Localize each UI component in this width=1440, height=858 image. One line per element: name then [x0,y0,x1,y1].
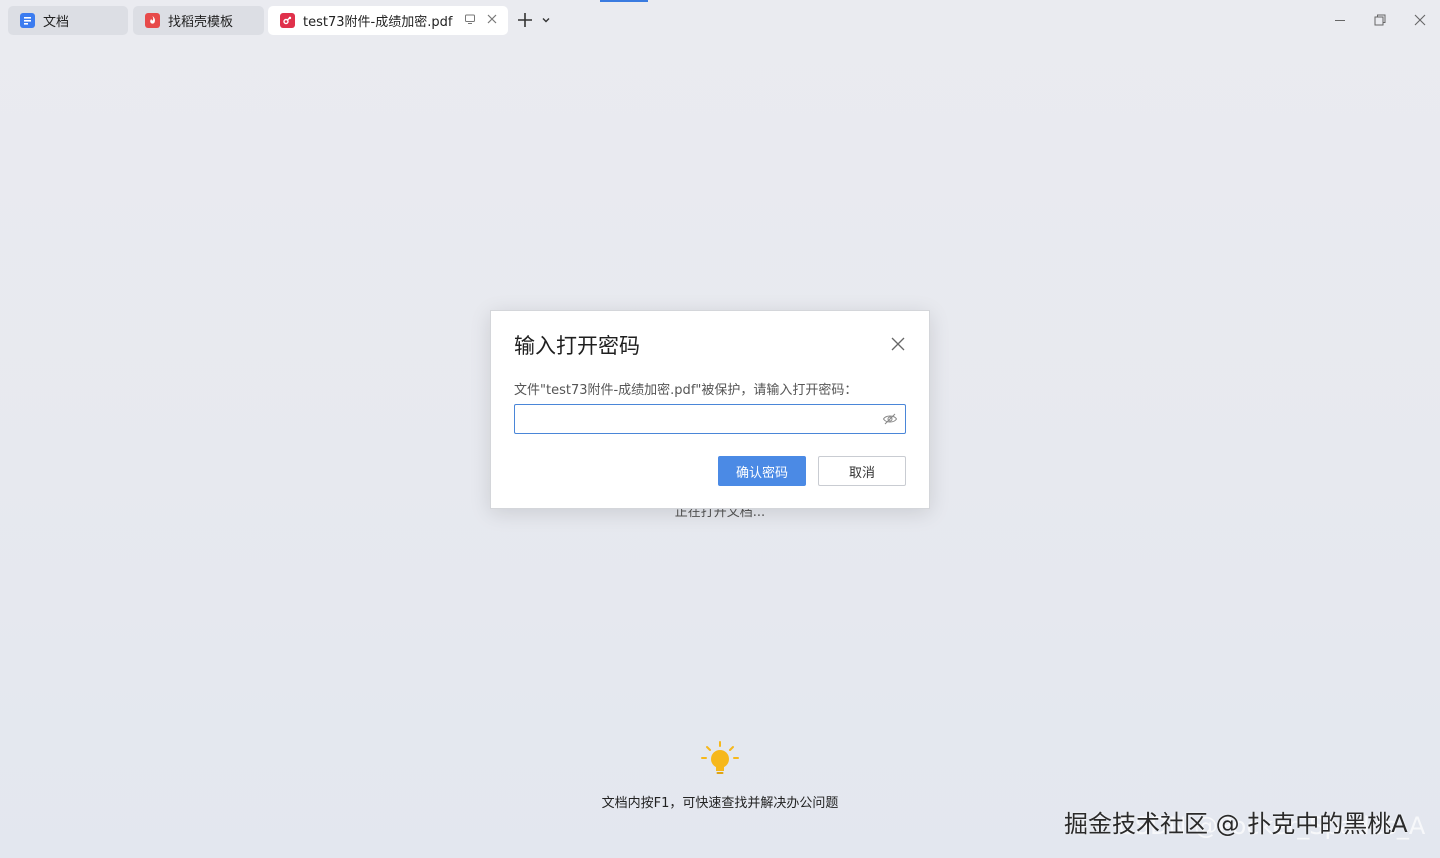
close-window-button[interactable] [1410,10,1430,30]
minimize-button[interactable] [1330,10,1350,30]
float-window-icon[interactable] [463,13,477,27]
tab-bar: 文档 找稻壳模板 test73附件-成绩加密.pdf [0,0,1440,40]
tab-label: 文档 [43,15,70,30]
dialog-description: 文件"test73附件-成绩加密.pdf"被保护，请输入打开密码： [514,383,858,398]
close-icon [891,337,905,351]
minimize-icon [1335,20,1345,21]
dialog-close-button[interactable] [889,335,907,353]
cancel-button[interactable]: 取消 [818,456,906,486]
lightbulb-icon [701,741,739,774]
new-tab-button[interactable] [515,10,535,30]
tab-pdf-document[interactable]: test73附件-成绩加密.pdf [268,6,508,35]
tab-docer-templates[interactable]: 找稻壳模板 [133,6,264,35]
new-tab-menu-button[interactable] [539,12,553,28]
docer-icon [145,13,160,28]
restore-icon [1374,14,1386,26]
chevron-down-icon [542,18,550,23]
password-dialog: 输入打开密码 文件"test73附件-成绩加密.pdf"被保护，请输入打开密码：… [490,310,930,509]
plus-icon [518,13,532,27]
close-tab-icon[interactable] [485,13,499,27]
dialog-title: 输入打开密码 [514,334,640,358]
pdf-icon [280,13,295,28]
password-field[interactable] [514,404,906,434]
doc-icon [20,13,35,28]
tab-label: 找稻壳模板 [168,15,234,30]
tab-label: test73附件-成绩加密.pdf [303,15,453,30]
close-icon [1414,14,1426,26]
tab-docs[interactable]: 文档 [8,6,128,35]
watermark-main: 掘金技术社区 @ 扑克中的黑桃A [1064,810,1408,838]
confirm-password-button[interactable]: 确认密码 [718,456,806,486]
restore-button[interactable] [1370,10,1390,30]
password-input[interactable] [521,409,875,431]
eye-hidden-icon[interactable] [882,412,898,426]
